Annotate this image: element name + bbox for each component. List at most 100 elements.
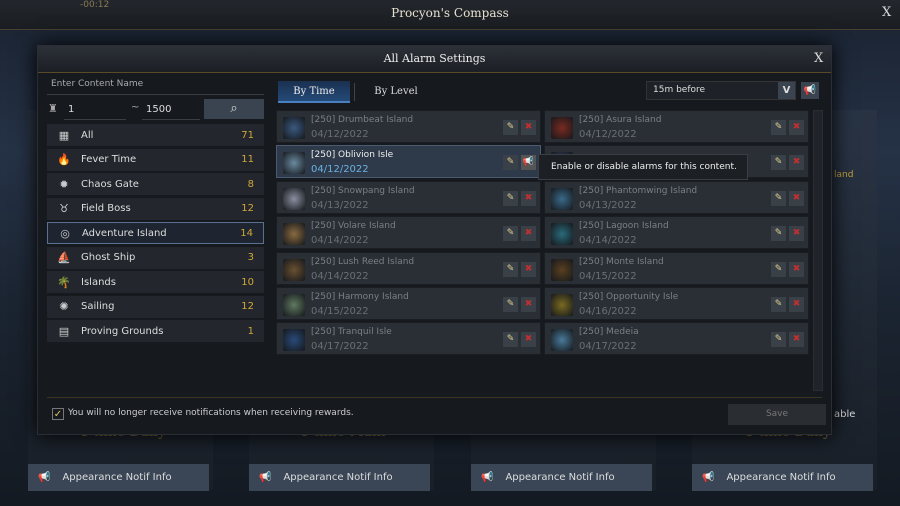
category-count: 8 bbox=[247, 178, 254, 190]
appearance-notif-button[interactable]: 📢 Appearance Notif Info bbox=[249, 464, 430, 491]
megaphone-icon[interactable]: 📢 bbox=[801, 82, 819, 99]
category-count: 11 bbox=[241, 154, 254, 165]
alarm-toggle-icon[interactable]: ✖ bbox=[521, 190, 536, 206]
alarm-settings-dialog: All Alarm Settings X Enter Content Name … bbox=[37, 45, 832, 435]
alarm-row[interactable]: [250] Medeia 04/17/2022 ✎ ✖ bbox=[544, 322, 809, 356]
compass-pin-icon[interactable]: ✎ bbox=[771, 226, 786, 242]
compass-pin-icon[interactable]: ✎ bbox=[771, 332, 786, 348]
dialog-close-button[interactable]: X bbox=[814, 51, 823, 66]
category-item[interactable]: ▤ Proving Grounds 1 bbox=[47, 320, 264, 342]
category-item[interactable]: ✺ Sailing 12 bbox=[47, 295, 264, 318]
content-date: 04/15/2022 bbox=[579, 270, 637, 282]
window-close-button[interactable]: X bbox=[882, 5, 891, 20]
alarm-toggle-icon[interactable]: ✖ bbox=[789, 261, 804, 277]
compass-pin-icon[interactable]: ✎ bbox=[503, 190, 518, 206]
palm-icon: 🌴 bbox=[57, 275, 71, 289]
grid-icon: ▦ bbox=[58, 128, 70, 142]
content-date: 04/14/2022 bbox=[579, 235, 637, 247]
search-button[interactable]: ⌕ bbox=[204, 99, 264, 119]
alarm-toggle-icon[interactable]: ✖ bbox=[789, 190, 804, 206]
compass-pin-icon[interactable]: ✎ bbox=[771, 120, 786, 135]
appearance-notif-button[interactable]: 📢 Appearance Notif Info bbox=[692, 464, 873, 491]
alarm-toggle-icon[interactable]: ✖ bbox=[789, 120, 804, 135]
save-button[interactable]: Save bbox=[728, 404, 826, 425]
content-name: [250] Oblivion Isle bbox=[311, 150, 394, 161]
compass-pin-icon[interactable]: ✎ bbox=[503, 226, 518, 242]
reward-notification-checkbox[interactable]: ✓ bbox=[52, 408, 64, 420]
alarm-row[interactable]: [250] Opportunity Isle 04/16/2022 ✎ ✖ bbox=[544, 287, 809, 320]
alarm-row[interactable]: [250] Volare Island 04/14/2022 ✎ ✖ bbox=[276, 216, 541, 250]
compass-pin-icon[interactable]: ✎ bbox=[503, 155, 518, 171]
content-date: 04/14/2022 bbox=[311, 270, 369, 282]
alarm-row[interactable]: [250] Lagoon Island 04/14/2022 ✎ ✖ bbox=[544, 216, 809, 250]
appearance-notif-button[interactable]: 📢 Appearance Notif Info bbox=[471, 464, 652, 491]
alarm-row[interactable]: [250] Phantomwing Island 04/13/2022 ✎ ✖ bbox=[544, 180, 809, 214]
compass-pin-icon[interactable]: ✎ bbox=[771, 155, 786, 171]
alarm-toggle-icon[interactable]: ✖ bbox=[521, 297, 536, 312]
compass-pin-icon[interactable]: ✎ bbox=[503, 297, 518, 312]
compass-pin-icon[interactable]: ✎ bbox=[771, 190, 786, 206]
content-thumbnail bbox=[283, 258, 305, 281]
category-label: Fever Time bbox=[81, 154, 137, 165]
alarm-row[interactable]: [250] Lush Reed Island 04/14/2022 ✎ ✖ bbox=[276, 251, 541, 285]
alarm-toggle-icon[interactable]: ✖ bbox=[521, 120, 536, 135]
alarm-row[interactable]: [250] Snowpang Island 04/13/2022 ✎ ✖ bbox=[276, 180, 541, 214]
compass-pin-icon[interactable]: ✎ bbox=[771, 297, 786, 312]
content-name: [250] Lagoon Island bbox=[579, 221, 669, 232]
content-thumbnail bbox=[283, 294, 305, 316]
timing-dropdown[interactable]: 15m before bbox=[646, 81, 796, 100]
alarm-toggle-icon[interactable]: ✖ bbox=[789, 226, 804, 242]
tooltip: Enable or disable alarms for this conten… bbox=[538, 154, 748, 180]
tab-by-level[interactable]: By Level bbox=[360, 81, 432, 103]
flame-icon: 🔥 bbox=[57, 153, 71, 166]
category-item[interactable]: ♉ Field Boss 12 bbox=[47, 197, 264, 220]
alarm-row[interactable]: [250] Monte Island 04/15/2022 ✎ ✖ bbox=[544, 251, 809, 285]
divider bbox=[47, 397, 822, 398]
horns-icon: ♉ bbox=[59, 202, 69, 215]
level-min-input[interactable]: 1 bbox=[64, 101, 126, 120]
dialog-title: All Alarm Settings bbox=[383, 52, 486, 65]
alarm-toggle-icon[interactable]: ✖ bbox=[521, 261, 536, 277]
alarm-toggle-icon[interactable]: ✖ bbox=[521, 332, 536, 348]
bg-text: able bbox=[834, 409, 856, 420]
content-name: [250] Harmony Island bbox=[311, 292, 409, 302]
chevron-down-icon[interactable]: V bbox=[778, 82, 795, 99]
compass-pin-icon[interactable]: ✎ bbox=[503, 120, 518, 135]
title-bar: -00:12 Procyon's Compass X bbox=[0, 0, 900, 30]
content-name: [250] Monte Island bbox=[579, 256, 664, 267]
alarm-toggle-icon[interactable]: ✖ bbox=[789, 297, 804, 312]
gear-icon: ✹ bbox=[59, 177, 69, 191]
appearance-notif-button[interactable]: 📢 Appearance Notif Info bbox=[28, 464, 209, 491]
scrollbar[interactable] bbox=[813, 110, 823, 391]
alarm-row[interactable]: [250] Drumbeat Island 04/12/2022 ✎ ✖ bbox=[276, 110, 541, 143]
category-item[interactable]: ⛵ Ghost Ship 3 bbox=[47, 246, 264, 269]
content-name: [250] Medeia bbox=[579, 327, 639, 338]
alarm-toggle-icon[interactable]: 📢 bbox=[521, 155, 536, 171]
content-thumbnail bbox=[283, 152, 305, 175]
content-name: [250] Snowpang Island bbox=[311, 185, 415, 196]
category-item[interactable]: ▦ All 71 bbox=[47, 124, 264, 146]
compass-pin-icon[interactable]: ✎ bbox=[503, 332, 518, 348]
alarm-toggle-icon[interactable]: ✖ bbox=[521, 226, 536, 242]
alarm-row[interactable]: [250] Asura Island 04/12/2022 ✎ ✖ bbox=[544, 110, 809, 143]
category-item[interactable]: 🌴 Islands 10 bbox=[47, 271, 264, 293]
category-item[interactable]: ◎ Adventure Island 14 bbox=[47, 222, 264, 244]
megaphone-icon: 📢 bbox=[38, 472, 51, 483]
content-name-input[interactable]: Enter Content Name bbox=[47, 79, 264, 95]
category-item[interactable]: 🔥 Fever Time 11 bbox=[47, 148, 264, 171]
alarm-toggle-icon[interactable]: ✖ bbox=[789, 332, 804, 348]
compass-pin-icon[interactable]: ✎ bbox=[503, 261, 518, 277]
alarm-toggle-icon[interactable]: ✖ bbox=[789, 155, 804, 171]
alarm-row[interactable]: [250] Oblivion Isle 04/12/2022 ✎ 📢 bbox=[276, 145, 541, 179]
category-label: Sailing bbox=[81, 301, 115, 312]
level-max-input[interactable]: 1500 bbox=[142, 101, 200, 120]
compass-pin-icon[interactable]: ✎ bbox=[771, 261, 786, 277]
category-label: All bbox=[81, 129, 94, 141]
alarm-row[interactable]: [250] Harmony Island 04/15/2022 ✎ ✖ bbox=[276, 287, 541, 320]
content-date: 04/12/2022 bbox=[311, 129, 369, 140]
tab-by-time[interactable]: By Time bbox=[278, 81, 350, 103]
alarm-row[interactable]: [250] Tranquil Isle 04/17/2022 ✎ ✖ bbox=[276, 322, 541, 356]
category-label: Ghost Ship bbox=[81, 252, 136, 263]
category-label: Field Boss bbox=[81, 203, 131, 214]
category-item[interactable]: ✹ Chaos Gate 8 bbox=[47, 173, 264, 195]
